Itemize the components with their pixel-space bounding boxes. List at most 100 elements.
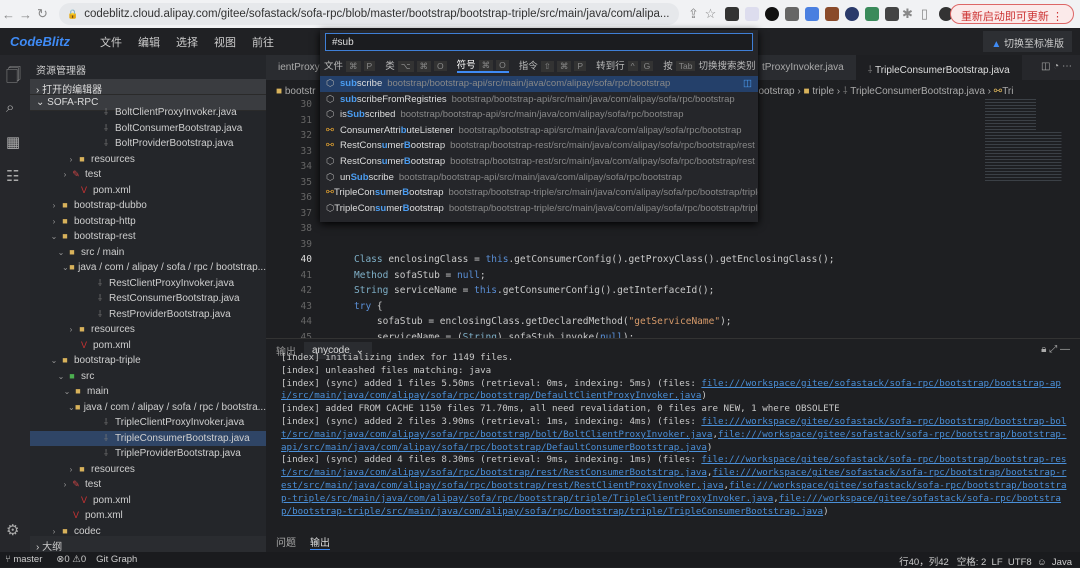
tree-item[interactable]: ⸸ BoltClientProxyInvoker.java <box>30 105 266 121</box>
tab-triple-consumer-bootstrap[interactable]: ⸸ TripleConsumerBootstrap.java <box>855 55 1022 80</box>
test-icon: ✎ <box>72 169 80 179</box>
tree-item[interactable]: ⸸ RestClientProxyInvoker.java <box>30 276 266 292</box>
explorer-icon[interactable]: 🗍 <box>6 65 21 90</box>
tree-item[interactable]: › ■ resources <box>30 322 266 338</box>
extensions-icon[interactable]: ▦ <box>6 133 20 151</box>
tree-item[interactable]: ⌄ ■ java / com / alipay / sofa / rpc / boo… <box>30 260 266 276</box>
category-tab[interactable]: 符号 ⌘ O <box>456 57 509 73</box>
indentation[interactable]: 空格: 2 <box>957 557 987 568</box>
tree-item[interactable]: Vpom.xml <box>30 183 266 199</box>
breadcrumb-item[interactable]: bootstr <box>285 86 316 97</box>
search-icon[interactable]: ⌕ <box>6 99 14 116</box>
cursor-position[interactable]: 行40，列42 <box>899 557 949 568</box>
extension-icon[interactable] <box>845 7 859 21</box>
feedback-icon[interactable]: ☺ <box>1037 557 1047 568</box>
tree-item[interactable]: ⸸ RestConsumerBootstrap.java <box>30 291 266 307</box>
breadcrumb-item[interactable]: triple <box>812 86 834 97</box>
tree-item[interactable]: ⌄ ■ bootstrap-rest <box>30 229 266 245</box>
category-tab[interactable]: 转到行 ^ G <box>596 58 654 72</box>
back-icon[interactable]: ← <box>0 7 17 22</box>
extension-icon[interactable] <box>865 7 879 21</box>
tree-item[interactable]: › ■ bootstrap-dubbo <box>30 198 266 214</box>
tree-item[interactable]: ⸸ TripleConsumerBootstrap.java <box>30 430 266 446</box>
search-categories: 文件 ⌘ P 类 ⌥ ⌘ O 符号 ⌘ O 指令 ⇧ ⌘ P 转到行 ^ G 按 Tab 切换搜索类别 <box>320 54 758 76</box>
tree-item[interactable]: Vpom.xml <box>30 508 266 524</box>
scm-icon[interactable]: ☷ <box>6 167 19 185</box>
menu-view[interactable]: 视图 <box>214 34 236 50</box>
quick-open-item[interactable]: ⚯ RestConsumerBootstrap bootstrap/bootstra… <box>320 138 758 154</box>
quick-open-item[interactable]: ⬡ unSubscribe bootstrap/bootstrap-api/src/… <box>320 170 758 186</box>
outline-section[interactable]: › 大纲 <box>30 536 266 552</box>
tree-item[interactable]: ⌄ ■ main <box>30 384 266 400</box>
git-graph-button[interactable]: Git Graph <box>96 554 137 565</box>
tree-item[interactable]: ⸸ TripleProviderBootstrap.java <box>30 446 266 462</box>
extension-icon[interactable] <box>725 7 739 21</box>
tree-item[interactable]: ⌄ ■ bootstrap-triple <box>30 353 266 369</box>
tree-item[interactable]: › ■ resources <box>30 462 266 478</box>
breadcrumb-item[interactable]: bootstrap <box>753 86 795 97</box>
category-tab[interactable]: 指令 ⇧ ⌘ P <box>519 58 587 72</box>
tree-item[interactable]: › ✎ test <box>30 477 266 493</box>
tree-item[interactable]: ⸸ BoltProviderBootstrap.java <box>30 136 266 152</box>
tree-item[interactable]: › ■ resources <box>30 152 266 168</box>
sidepanel-icon[interactable]: ▯ <box>916 6 933 22</box>
tree-item-label: java / com / alipay / sofa / rpc / boots… <box>78 262 266 273</box>
tree-item[interactable]: Vpom.xml <box>30 493 266 509</box>
branch-status[interactable]: ⑂ master <box>5 554 42 565</box>
tree-item[interactable]: ⌄ ■ src <box>30 369 266 385</box>
tab-problems[interactable]: 问题 <box>276 534 296 550</box>
category-tab[interactable]: 类 ⌥ ⌘ O <box>385 58 447 72</box>
tree-item[interactable]: ⌄ ■ java / com / alipay / sofa / rpc / boo… <box>30 400 266 416</box>
category-tab[interactable]: 文件 ⌘ P <box>324 58 376 72</box>
tree-item[interactable]: › ■ codec <box>30 524 266 536</box>
share-icon[interactable]: ⇪ <box>685 6 702 22</box>
tree-item[interactable]: ⸸ TripleClientProxyInvoker.java <box>30 415 266 431</box>
quick-open-item[interactable]: ⚯ ConsumerAttributeListener bootstrap/boot… <box>320 123 758 139</box>
settings-gear-icon[interactable]: ⚙ <box>6 521 19 539</box>
activity-bar: 🗍 ⌕ ▦ ☷ ⚙ <box>0 55 30 552</box>
tab-output[interactable]: 输出 <box>310 534 330 550</box>
puzzle-icon[interactable]: ✱ <box>899 6 916 22</box>
tree-item[interactable]: ⸸ BoltConsumerBootstrap.java <box>30 121 266 137</box>
quick-open-item[interactable]: ⬡ subscribeFromRegistries bootstrap/bootst… <box>320 92 758 108</box>
tab-proxy-invoker[interactable]: tProxyInvoker.java <box>750 55 856 80</box>
breadcrumb-item[interactable]: TripleConsumerBootstrap.java <box>850 86 985 97</box>
line-ending[interactable]: LF <box>992 557 1003 568</box>
breadcrumb-item[interactable]: Tri <box>1002 86 1013 97</box>
extension-icon[interactable] <box>765 7 779 21</box>
menu-go[interactable]: 前往 <box>252 34 274 50</box>
quick-open-item[interactable]: ⚯ TripleConsumerBootstrap bootstrap/bootst… <box>320 185 758 201</box>
extension-icon[interactable] <box>785 7 799 21</box>
encoding[interactable]: UTF8 <box>1008 557 1032 568</box>
quick-open-results: ⬡ subscribe bootstrap/bootstrap-api/src/ma… <box>320 76 758 216</box>
tree-item[interactable]: Vpom.xml <box>30 338 266 354</box>
extension-icon[interactable] <box>885 7 899 21</box>
switch-standard-button[interactable]: ▲ 切换至标准版 <box>983 31 1072 52</box>
tree-item[interactable]: ⸸ RestProviderBootstrap.java <box>30 307 266 323</box>
language-mode[interactable]: Java <box>1052 557 1072 568</box>
tree-item[interactable]: › ✎ test <box>30 167 266 183</box>
quick-open-input[interactable]: #sub <box>325 33 753 51</box>
address-bar[interactable]: 🔒 codeblitz.cloud.alipay.com/gitee/sofast… <box>59 3 679 25</box>
tree-item[interactable]: › ■ bootstrap-http <box>30 214 266 230</box>
update-button[interactable]: 重新启动即可更新 ⋮ <box>949 4 1074 24</box>
reload-icon[interactable]: ↻ <box>34 6 51 22</box>
menu-edit[interactable]: 编辑 <box>138 34 160 50</box>
split-editor-icon[interactable]: ◫ ◔ ⋯ <box>1033 55 1080 80</box>
menu-select[interactable]: 选择 <box>176 34 198 50</box>
quick-open-item[interactable]: ⬡ RestConsumerBootstrap bootstrap/bootstra… <box>320 154 758 170</box>
forward-icon[interactable]: → <box>17 7 34 22</box>
bookmark-star-icon[interactable]: ☆ <box>702 6 719 22</box>
extension-icon[interactable] <box>805 7 819 21</box>
quick-open-item[interactable]: ⬡ TripleConsumerBootstrap bootstrap/bootst… <box>320 201 758 217</box>
extension-icon[interactable] <box>825 7 839 21</box>
quick-open-item[interactable]: ⬡ subscribe bootstrap/bootstrap-api/src/ma… <box>320 76 758 92</box>
extension-icon[interactable] <box>745 7 759 21</box>
menu-file[interactable]: 文件 <box>100 34 122 50</box>
quick-open-item[interactable]: ⬡ isSubscribed bootstrap/bootstrap-api/src… <box>320 107 758 123</box>
open-to-side-icon[interactable]: ◫ <box>743 76 752 92</box>
open-editors-section[interactable]: › 打开的编辑器 <box>30 79 266 96</box>
problems-status[interactable]: ⊗0 ⚠0 <box>56 554 86 565</box>
tree-item[interactable]: ⌄ ■ src / main <box>30 245 266 261</box>
